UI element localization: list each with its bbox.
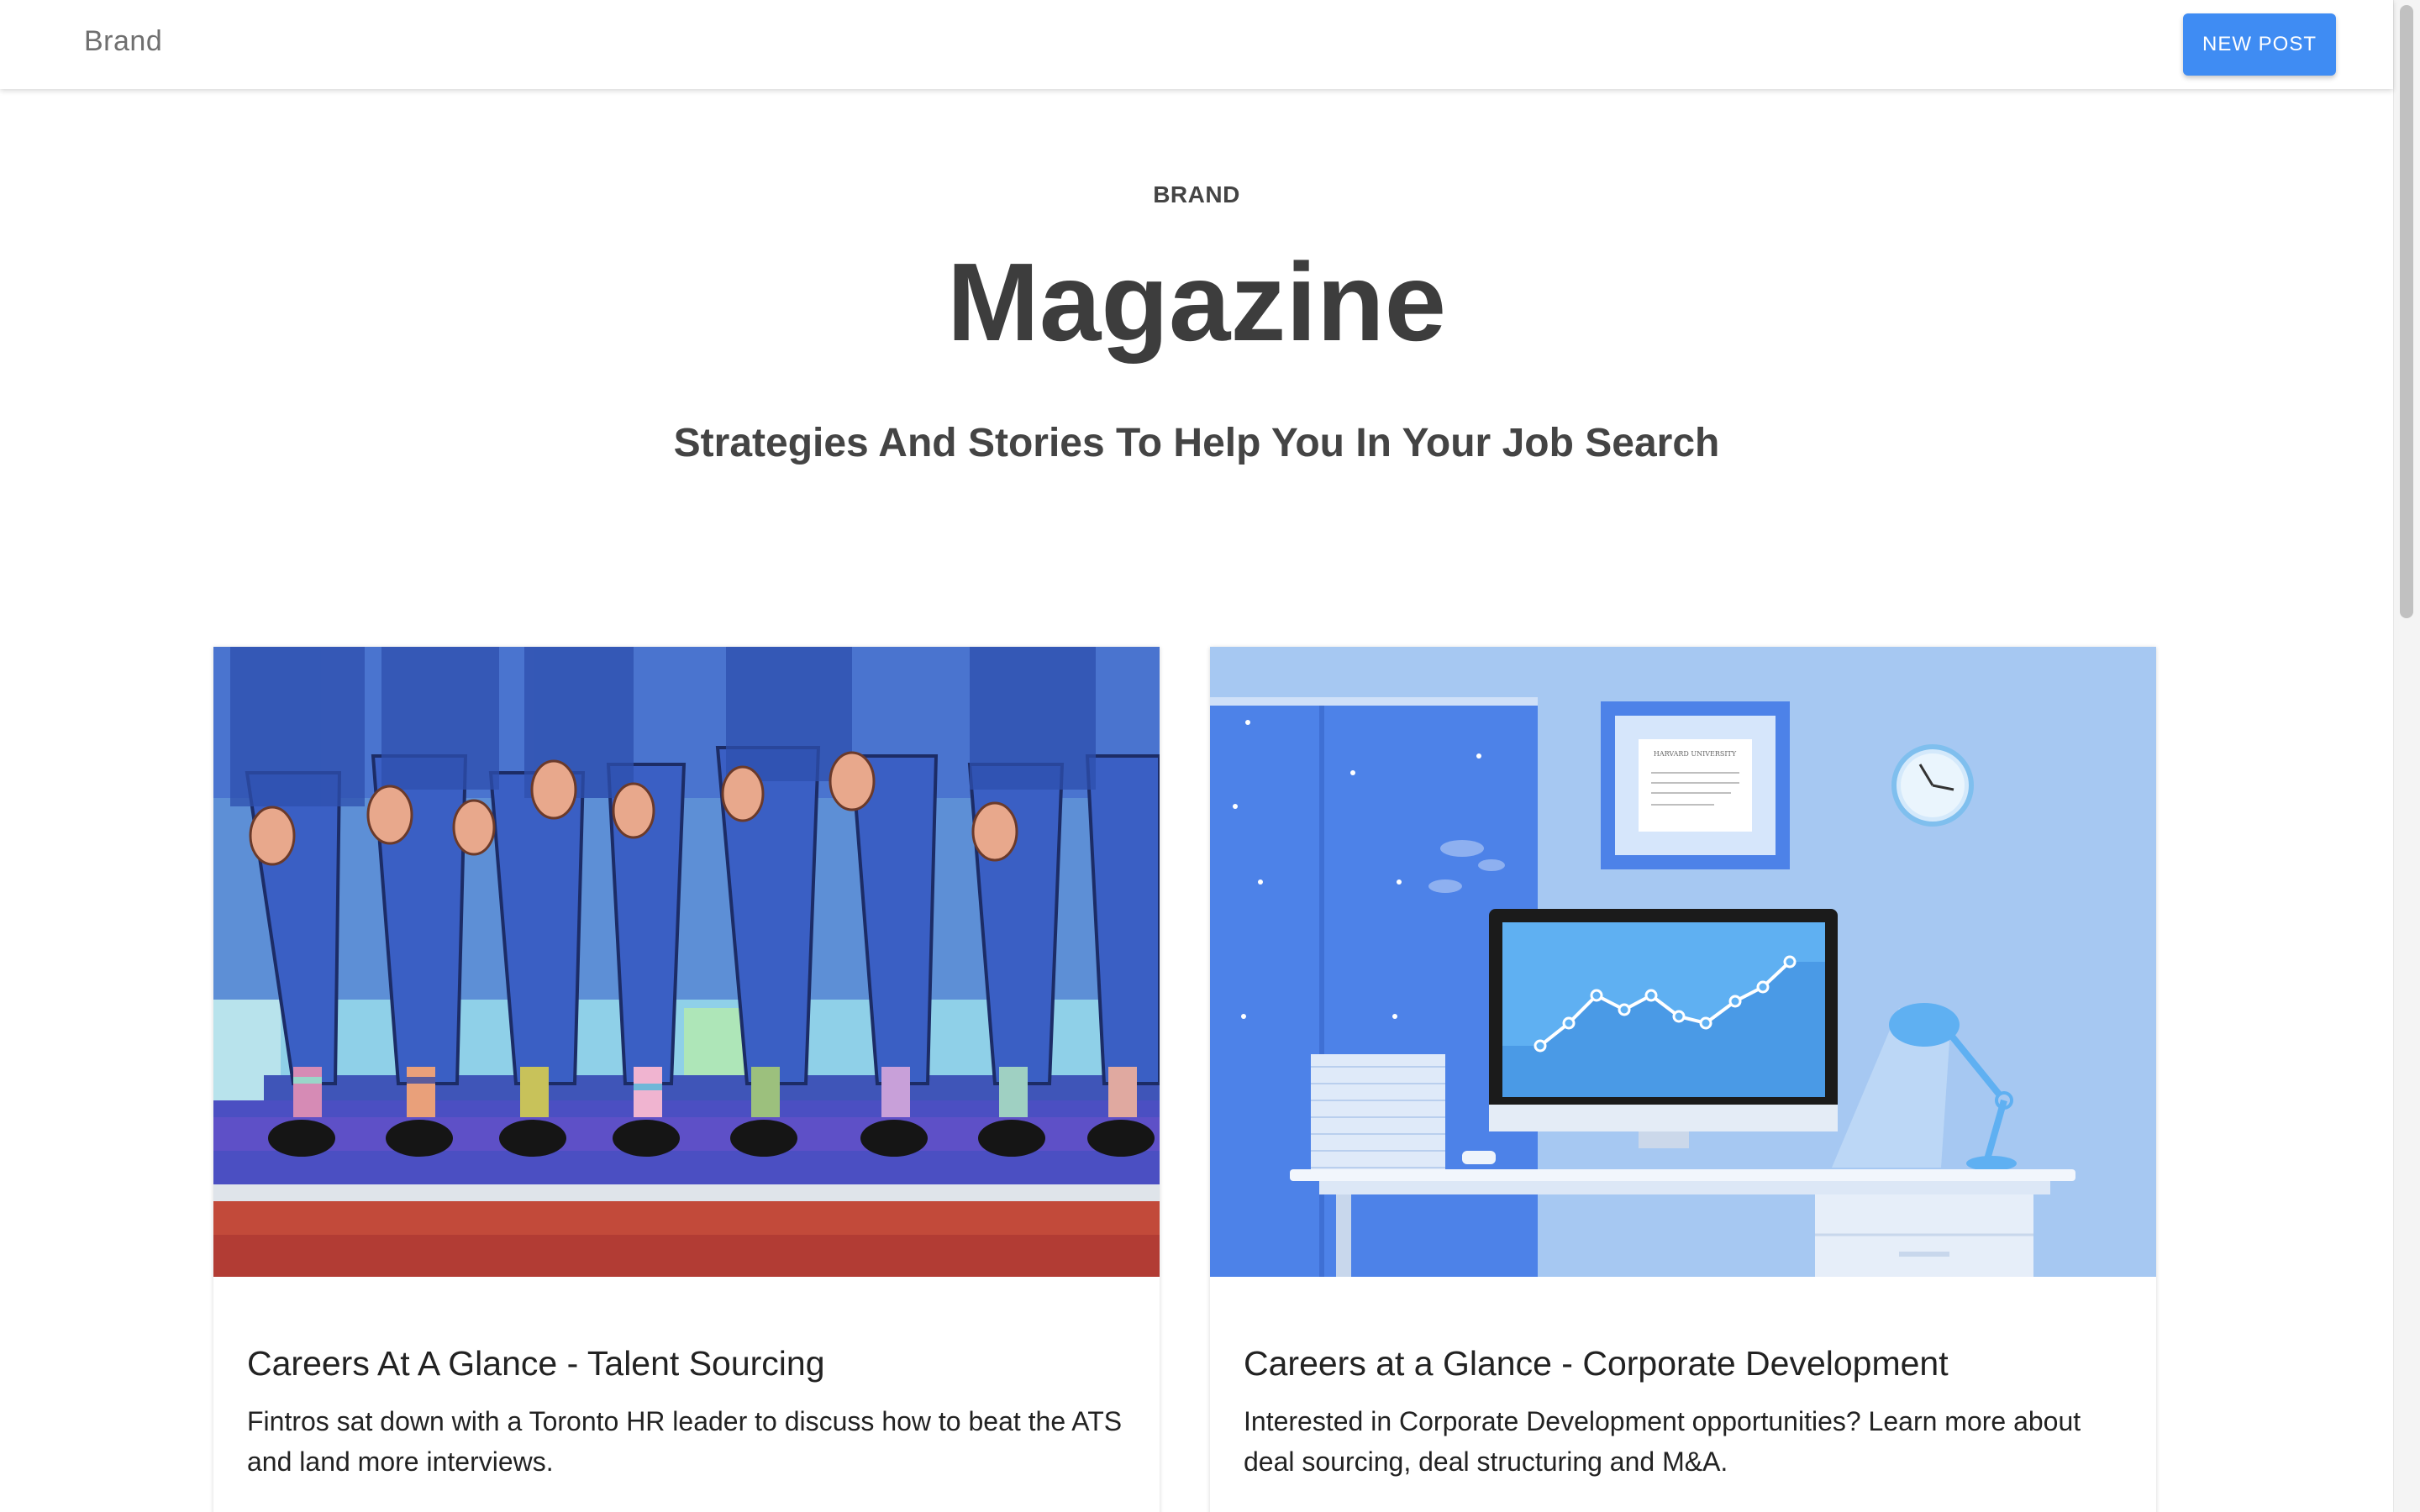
- article-card-corporate-development[interactable]: HARVARD UNIVERSITY Careers at a Glance -…: [1210, 647, 2156, 1512]
- article-card-talent-sourcing[interactable]: Careers At A Glance - Talent Sourcing Fi…: [213, 647, 1160, 1512]
- card-description: Fintros sat down with a Toronto HR leade…: [247, 1406, 1123, 1477]
- brand-link[interactable]: Brand: [84, 25, 162, 58]
- office-desk-illustration[interactable]: HARVARD UNIVERSITY: [1210, 647, 2156, 1277]
- suits-and-socks-illustration[interactable]: [213, 647, 1160, 1277]
- scrollbar-thumb[interactable]: [2400, 5, 2413, 618]
- card-title[interactable]: Careers At A Glance - Talent Sourcing: [247, 1344, 1129, 1383]
- page-title: Magazine: [946, 240, 1447, 364]
- page: Brand NEW POST BRAND Magazine Strategies…: [0, 0, 2420, 1512]
- page-subtitle: Strategies And Stories To Help You In Yo…: [673, 421, 1720, 465]
- top-navbar: Brand NEW POST: [0, 0, 2393, 89]
- card-title[interactable]: Careers at a Glance - Corporate Developm…: [1244, 1344, 2126, 1383]
- scrollbar[interactable]: [2393, 0, 2420, 1512]
- page-kicker: BRAND: [1153, 181, 1240, 207]
- new-post-button[interactable]: NEW POST: [2183, 13, 2336, 76]
- diploma-text: HARVARD UNIVERSITY: [1654, 750, 1737, 758]
- card-description: Interested in Corporate Development oppo…: [1244, 1406, 2081, 1477]
